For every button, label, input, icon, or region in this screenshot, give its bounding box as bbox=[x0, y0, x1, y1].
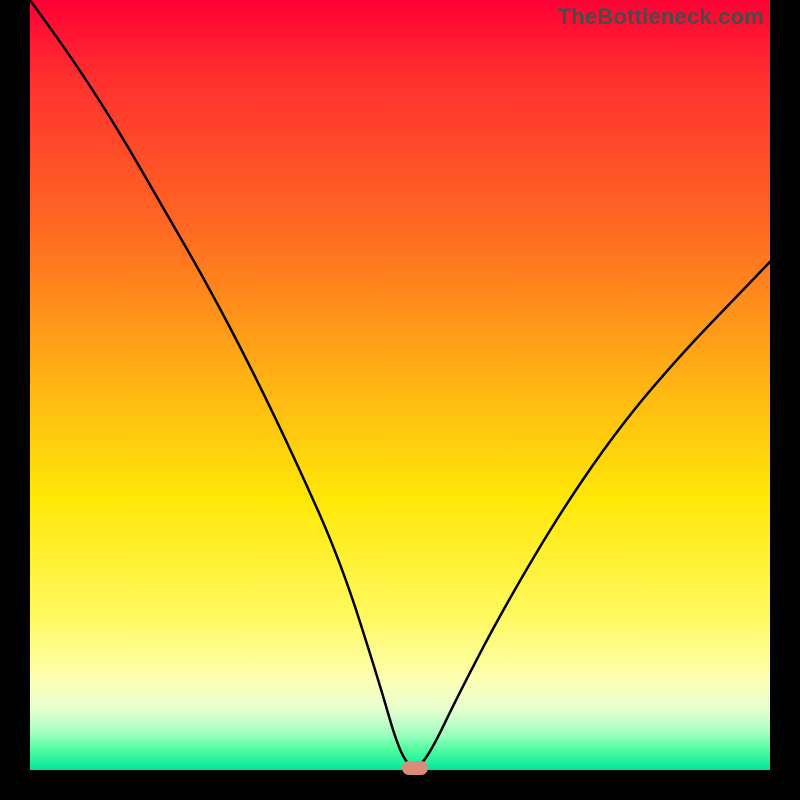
watermark-text: TheBottleneck.com bbox=[558, 4, 764, 30]
minimum-marker bbox=[402, 761, 428, 775]
bottleneck-curve bbox=[30, 0, 770, 770]
chart-frame: TheBottleneck.com bbox=[0, 0, 800, 800]
plot-area bbox=[30, 0, 770, 770]
